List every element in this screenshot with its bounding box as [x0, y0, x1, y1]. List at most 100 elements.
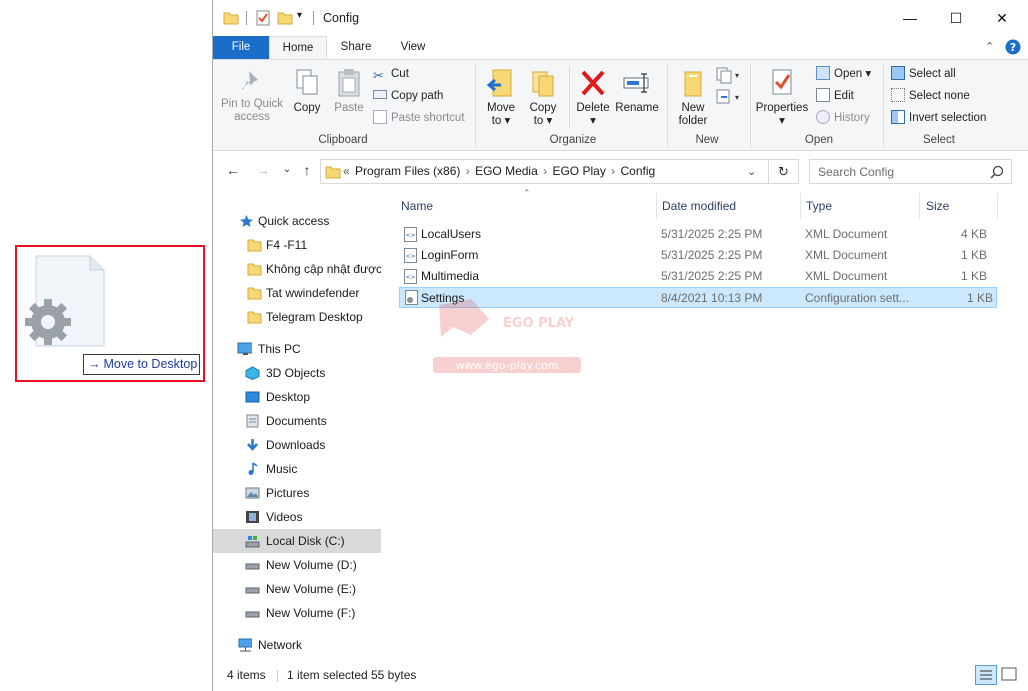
easy-access-button[interactable]: ▾ — [715, 88, 741, 109]
file-row[interactable]: <> LoginForm 5/31/2025 2:25 PM XML Docum… — [399, 245, 997, 266]
select-group-label: Select — [923, 134, 955, 146]
svg-text:<>: <> — [405, 232, 415, 239]
select-all-button[interactable]: Select all — [891, 65, 956, 83]
properties-button[interactable]: Properties ▾ — [753, 68, 811, 128]
help-icon[interactable]: ? — [1005, 39, 1021, 55]
ribbon-tabs: File Home Share View ⌃ ? — [213, 36, 1028, 59]
new-folder-button[interactable]: New folder — [673, 68, 713, 128]
nav-quick-access[interactable]: Quick access — [213, 209, 381, 233]
nav-quick-item[interactable]: Telegram Desktop — [213, 305, 381, 329]
open-label: Open ▾ — [834, 68, 872, 80]
tab-share[interactable]: Share — [327, 36, 385, 59]
rename-button[interactable]: Rename — [615, 68, 659, 115]
collapse-ribbon-icon[interactable]: ⌃ — [985, 40, 994, 53]
copy-path-button[interactable]: Copy path — [373, 87, 443, 105]
column-header-size[interactable]: Size — [926, 199, 949, 213]
properties-icon[interactable] — [255, 10, 271, 26]
nav-pc-item[interactable]: Desktop — [213, 385, 381, 409]
copy-button[interactable]: Copy — [289, 68, 325, 115]
breadcrumb-program-files[interactable]: Program Files (x86) — [355, 164, 460, 178]
new-item-button[interactable]: ▾ — [715, 66, 741, 87]
svg-text:?: ? — [1010, 41, 1016, 54]
new-folder-icon[interactable] — [277, 10, 293, 26]
nav-this-pc[interactable]: This PC — [213, 337, 381, 361]
nav-pc-item[interactable]: New Volume (D:) — [213, 553, 381, 577]
nav-label: Documents — [266, 414, 327, 428]
nav-quick-item[interactable]: Không cập nhật được — [213, 257, 381, 281]
drive-icon — [245, 563, 260, 570]
paste-icon — [338, 69, 360, 97]
breadcrumb-ego-media[interactable]: EGO Media — [475, 164, 538, 178]
nav-quick-item[interactable]: F4 -F11 — [213, 233, 381, 257]
copy-path-label: Copy path — [391, 90, 444, 102]
forward-arrow-icon[interactable]: → — [253, 162, 273, 178]
nav-label: F4 -F11 — [266, 238, 308, 252]
column-divider[interactable] — [919, 193, 920, 219]
nav-pc-item[interactable]: New Volume (E:) — [213, 577, 381, 601]
search-input[interactable]: Search Config — [809, 159, 1012, 184]
properties-label-1: Properties — [755, 102, 809, 114]
recent-locations-chevron-icon[interactable]: ⌄ — [277, 164, 297, 175]
pin-to-quick-access-button[interactable]: Pin to Quick access — [219, 68, 285, 124]
breadcrumb-config[interactable]: Config — [621, 164, 656, 178]
divider — [246, 11, 247, 25]
column-header-name[interactable]: Name — [401, 199, 433, 213]
nav-quick-item[interactable]: Tat wwindefender — [213, 281, 381, 305]
move-to-button[interactable]: Move to ▾ — [483, 68, 519, 128]
back-arrow-icon[interactable]: ← — [223, 162, 243, 178]
file-row[interactable]: <> LocalUsers 5/31/2025 2:25 PM XML Docu… — [399, 224, 997, 245]
nav-pc-item[interactable]: Music — [213, 457, 381, 481]
minimize-button[interactable]: — — [887, 0, 933, 36]
explorer-window: ▾ Config — ☐ ✕ File Home Share View ⌃ ? … — [212, 0, 1028, 691]
history-button[interactable]: History — [816, 109, 870, 127]
dragged-config-file-icon[interactable] — [22, 250, 126, 352]
nav-pc-item[interactable]: Documents — [213, 409, 381, 433]
paste-shortcut-button[interactable]: Paste shortcut — [373, 109, 465, 127]
nav-label: Tat wwindefender — [266, 286, 360, 300]
easy-access-icon: ▾ — [716, 89, 739, 104]
column-divider[interactable] — [656, 193, 657, 219]
network-icon — [238, 638, 252, 652]
address-dropdown-icon[interactable]: ⌄ — [747, 165, 756, 178]
nav-pc-item[interactable]: Videos — [213, 505, 381, 529]
nav-pc-item-selected[interactable]: Local Disk (C:) — [213, 529, 381, 553]
customize-toolbar-icon[interactable]: ▾ — [297, 10, 302, 21]
breadcrumb-separator[interactable]: › — [466, 164, 470, 178]
close-button[interactable]: ✕ — [979, 0, 1025, 36]
breadcrumb-ego-play[interactable]: EGO Play — [552, 164, 605, 178]
nav-pc-item[interactable]: 3D Objects — [213, 361, 381, 385]
maximize-button[interactable]: ☐ — [933, 0, 979, 36]
column-header-date[interactable]: Date modified — [662, 199, 736, 213]
tab-view[interactable]: View — [385, 36, 441, 59]
open-button[interactable]: Open ▾ — [816, 65, 871, 83]
large-icons-view-button[interactable] — [999, 665, 1021, 685]
breadcrumb-separator[interactable]: › — [611, 164, 615, 178]
address-bar[interactable]: « Program Files (x86) › EGO Media › EGO … — [320, 159, 769, 184]
paste-button[interactable]: Paste — [331, 68, 367, 115]
copy-to-icon — [532, 71, 554, 97]
refresh-icon[interactable]: ↻ — [769, 159, 799, 184]
column-divider[interactable] — [997, 193, 998, 219]
select-none-button[interactable]: Select none — [891, 87, 970, 105]
column-divider[interactable] — [800, 193, 801, 219]
delete-button[interactable]: Delete ▾ — [573, 68, 613, 128]
tab-file[interactable]: File — [213, 36, 269, 59]
cut-button[interactable]: ✂ Cut — [373, 65, 409, 83]
breadcrumb-separator[interactable]: › — [543, 164, 547, 178]
nav-pc-item[interactable]: New Volume (F:) — [213, 601, 381, 625]
search-icon[interactable] — [990, 165, 1004, 179]
tab-home[interactable]: Home — [269, 36, 327, 59]
nav-pc-item[interactable]: Pictures — [213, 481, 381, 505]
large-icons-view-icon — [1001, 667, 1017, 681]
details-view-button[interactable] — [975, 665, 997, 685]
nav-network[interactable]: Network — [213, 633, 381, 657]
breadcrumb-overflow[interactable]: « — [343, 164, 350, 178]
desktop-icon — [245, 391, 260, 403]
file-row[interactable]: <> Multimedia 5/31/2025 2:25 PM XML Docu… — [399, 266, 997, 287]
copy-to-button[interactable]: Copy to ▾ — [525, 68, 561, 128]
invert-selection-button[interactable]: Invert selection — [891, 109, 986, 127]
edit-button[interactable]: Edit — [816, 87, 854, 105]
column-header-type[interactable]: Type — [806, 199, 832, 213]
up-arrow-icon[interactable]: ↑ — [297, 162, 317, 178]
nav-pc-item[interactable]: Downloads — [213, 433, 381, 457]
